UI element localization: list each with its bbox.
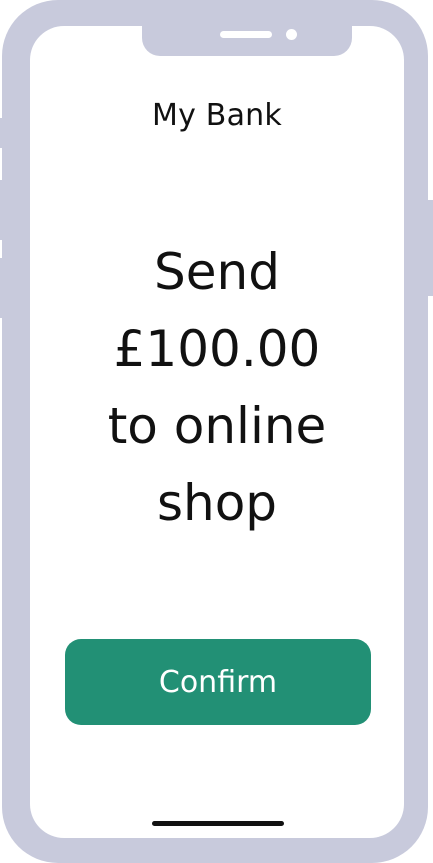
mute-switch: [0, 118, 6, 148]
home-indicator[interactable]: [152, 821, 284, 826]
payment-message-line-4: shop: [156, 474, 278, 532]
notch: [142, 26, 352, 56]
confirm-button[interactable]: Confirm: [65, 639, 371, 725]
camera-icon: [286, 29, 297, 40]
volume-up-button: [0, 180, 6, 240]
payment-message-line-1: Send: [154, 243, 280, 301]
phone-screen: My Bank Send £100.00 to online shop Conf…: [30, 26, 404, 838]
payment-message-line-3: to online: [107, 397, 327, 455]
app-title: My Bank: [152, 98, 282, 133]
speaker-icon: [220, 31, 272, 38]
volume-down-button: [0, 258, 6, 318]
power-button: [427, 200, 433, 296]
payment-message: Send £100.00 to online shop: [70, 234, 364, 542]
payment-amount: £100.00: [113, 320, 321, 378]
confirm-button-label: Confirm: [158, 664, 278, 700]
